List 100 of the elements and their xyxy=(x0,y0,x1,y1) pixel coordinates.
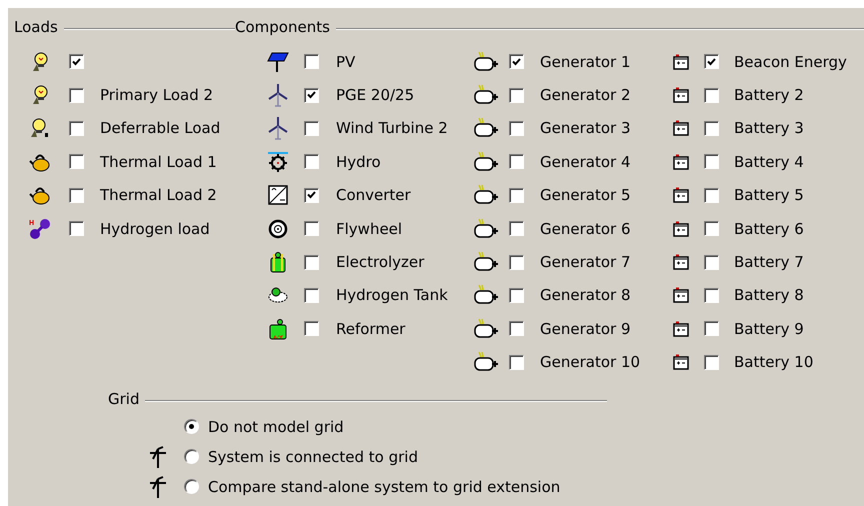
radio-dot-icon xyxy=(189,424,194,430)
item-label: Hydro xyxy=(336,152,381,171)
checkbox[interactable] xyxy=(509,120,524,136)
square-diagonal-icon xyxy=(268,185,288,206)
item-label: Wind Turbine 2 xyxy=(336,119,448,138)
tank-icon xyxy=(267,286,289,304)
checkmark-icon xyxy=(307,91,316,100)
generator-icon xyxy=(473,150,499,173)
item-label: Thermal Load 2 xyxy=(100,186,217,204)
checkbox[interactable] xyxy=(304,221,319,236)
checkbox[interactable] xyxy=(509,54,524,70)
checkbox[interactable] xyxy=(704,221,719,236)
battery-icon xyxy=(672,119,690,138)
checkbox[interactable] xyxy=(704,321,719,336)
option-label: Compare stand-alone system to grid extension xyxy=(208,478,560,496)
item-label: PGE 20/25 xyxy=(336,86,414,104)
item-label: Generator 2 xyxy=(540,86,630,104)
item-label: Battery 9 xyxy=(734,320,804,338)
checkbox[interactable] xyxy=(304,321,319,336)
item-label: Thermal Load 1 xyxy=(100,152,217,171)
item-label: Generator 10 xyxy=(540,353,640,372)
checkbox[interactable] xyxy=(704,288,719,303)
item-label: Flywheel xyxy=(336,220,402,238)
light-bulb-icon xyxy=(30,118,50,138)
battery-icon xyxy=(672,353,690,372)
item-label: Battery 2 xyxy=(734,86,804,104)
checkbox[interactable] xyxy=(304,154,319,170)
battery-icon xyxy=(672,52,690,71)
checkbox[interactable] xyxy=(69,88,84,103)
option-label: System is connected to grid xyxy=(208,448,418,466)
item-label: Battery 7 xyxy=(734,253,804,272)
item-label: Battery 10 xyxy=(734,353,814,372)
radio-button[interactable] xyxy=(184,449,199,464)
generator-icon xyxy=(473,251,499,274)
generator-icon xyxy=(473,117,499,140)
checkbox[interactable] xyxy=(69,54,84,70)
checkbox[interactable] xyxy=(304,88,319,103)
generator-icon xyxy=(473,184,499,206)
item-label: Battery 8 xyxy=(734,286,804,304)
item-label: Generator 3 xyxy=(540,119,630,138)
checkbox[interactable] xyxy=(704,120,719,136)
radio-button[interactable] xyxy=(184,419,199,434)
checkmark-icon xyxy=(72,58,81,66)
wind-turbine-icon xyxy=(267,83,289,108)
solar-panel-icon xyxy=(267,50,289,73)
item-label: Generator 5 xyxy=(540,186,630,204)
wind-turbine-icon xyxy=(267,116,289,140)
battery-icon xyxy=(672,253,690,272)
battery-icon xyxy=(672,186,690,204)
item-label: Hydrogen load xyxy=(100,220,210,238)
kettle-icon xyxy=(29,185,51,206)
ring-icon xyxy=(268,218,288,239)
checkbox[interactable] xyxy=(704,88,719,103)
battery-icon xyxy=(672,86,690,104)
checkbox[interactable] xyxy=(69,154,84,170)
checkbox[interactable] xyxy=(704,188,719,203)
generator-icon xyxy=(473,284,499,306)
item-label: Electrolyzer xyxy=(336,253,424,272)
checkbox[interactable] xyxy=(304,54,319,70)
generator-icon xyxy=(473,318,499,340)
flask-icon xyxy=(268,318,288,340)
item-label: Generator 8 xyxy=(540,286,630,304)
checkmark-icon xyxy=(707,58,716,66)
item-label: Beacon Energy xyxy=(734,52,847,71)
item-label: Primary Load 2 xyxy=(100,86,214,104)
checkbox[interactable] xyxy=(509,221,524,236)
checkbox[interactable] xyxy=(704,154,719,170)
checkbox[interactable] xyxy=(509,288,524,303)
checkbox[interactable] xyxy=(304,254,319,270)
beaker-icon xyxy=(268,251,288,274)
battery-icon xyxy=(672,152,690,171)
molecule-icon xyxy=(29,218,51,240)
section-title: Components xyxy=(235,18,330,36)
kettle-icon xyxy=(29,152,51,172)
checkbox[interactable] xyxy=(509,188,524,203)
checkbox[interactable] xyxy=(704,54,719,70)
checkbox[interactable] xyxy=(509,154,524,170)
item-label: PV xyxy=(336,52,356,71)
option-label: Do not model grid xyxy=(208,418,344,436)
checkbox[interactable] xyxy=(704,354,719,370)
generator-icon xyxy=(473,50,499,73)
checkbox[interactable] xyxy=(509,354,524,370)
checkbox[interactable] xyxy=(69,188,84,203)
battery-icon xyxy=(672,286,690,304)
item-label: Generator 9 xyxy=(540,320,630,338)
checkbox[interactable] xyxy=(69,120,84,136)
item-label: Battery 5 xyxy=(734,186,804,204)
radio-button[interactable] xyxy=(184,479,199,494)
item-label: Deferrable Load xyxy=(100,119,220,138)
checkbox[interactable] xyxy=(704,254,719,270)
checkbox[interactable] xyxy=(304,120,319,136)
checkbox[interactable] xyxy=(69,221,84,236)
item-label: Generator 1 xyxy=(540,52,630,71)
checkbox[interactable] xyxy=(304,288,319,303)
checkbox[interactable] xyxy=(304,188,319,203)
checkbox[interactable] xyxy=(509,88,524,103)
checkbox[interactable] xyxy=(509,254,524,270)
checkbox[interactable] xyxy=(509,321,524,336)
generator-icon xyxy=(473,351,499,374)
battery-icon xyxy=(672,220,690,238)
